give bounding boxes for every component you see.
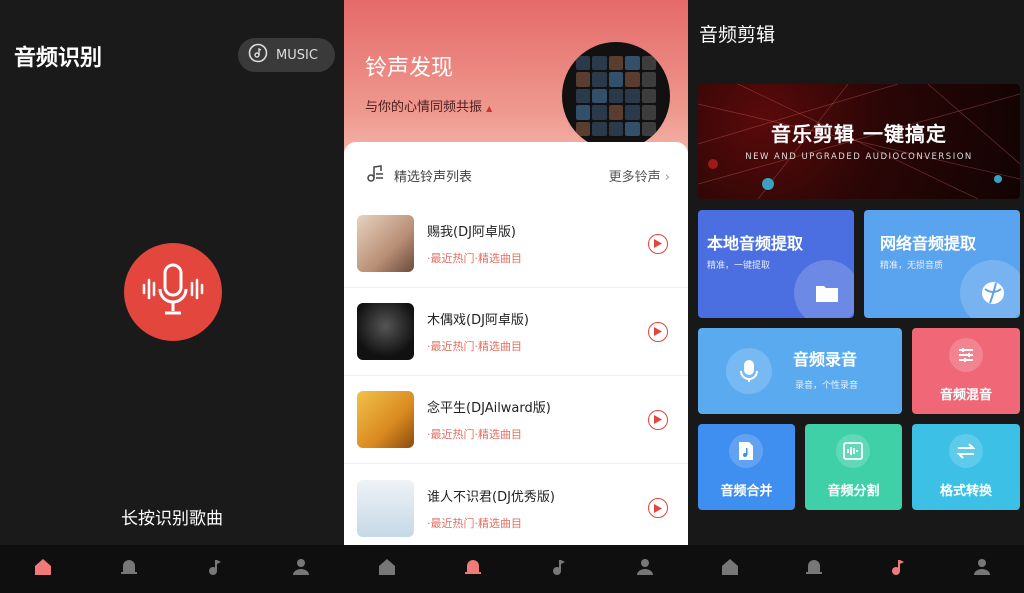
bottom-tab-bar <box>688 545 1024 593</box>
tab-home[interactable] <box>375 557 399 581</box>
song-title: 赐我(DJ阿卓版) <box>427 225 516 240</box>
home-icon <box>720 557 740 581</box>
audio-mix-tile[interactable]: 音频混音 <box>912 328 1020 414</box>
music-note-icon <box>549 557 569 581</box>
music-button-label: MUSIC <box>276 47 318 63</box>
page-title: 音频识别 <box>14 46 103 71</box>
play-icon[interactable] <box>648 409 668 430</box>
song-cover <box>357 303 414 360</box>
tab-ringtone[interactable] <box>117 557 141 581</box>
tile-title: 网络音频提取 <box>880 234 977 253</box>
audio-recognition-screen: 音频识别 MUSIC 长按识别歌曲 <box>0 0 344 593</box>
play-icon[interactable] <box>648 498 668 518</box>
audio-record-tile[interactable]: 音频录音 录音，个性录音 <box>698 328 902 414</box>
tab-edit[interactable] <box>886 557 910 581</box>
play-icon[interactable] <box>648 321 668 342</box>
tile-title: 格式转换 <box>939 484 992 499</box>
tab-home[interactable] <box>31 557 55 581</box>
tab-edit[interactable] <box>547 557 571 581</box>
home-icon <box>33 557 53 581</box>
page-subtitle: 与你的心情同频共振 ▲ <box>365 100 493 115</box>
list-item[interactable]: 赐我(DJ阿卓版) ·最近热门·精选曲目 <box>344 200 688 288</box>
banner-subtitle: NEW AND UPGRADED AUDIOCONVERSION <box>745 152 973 162</box>
bell-icon <box>804 557 824 581</box>
network-audio-extract-tile[interactable]: 网络音频提取 精准，无损音质 <box>864 210 1020 318</box>
song-cover <box>357 215 414 272</box>
list-title: 精选铃声列表 <box>394 169 473 185</box>
song-tag: ·最近热门·精选曲目 <box>427 428 522 441</box>
triangle-icon: ▲ <box>486 104 493 113</box>
folder-icon <box>794 260 854 318</box>
page-title: 铃声发现 <box>365 56 454 81</box>
bell-icon <box>463 557 483 581</box>
music-note-icon <box>888 557 908 581</box>
tab-edit[interactable] <box>203 557 227 581</box>
tab-profile[interactable] <box>289 557 313 581</box>
tile-subtitle: 精准，无损音质 <box>880 261 944 271</box>
banner-title: 音乐剪辑 一键搞定 <box>771 122 947 146</box>
tab-ringtone[interactable] <box>802 557 826 581</box>
more-ringtones-link[interactable]: 更多铃声 › <box>609 166 670 185</box>
tile-title: 本地音频提取 <box>707 234 804 253</box>
tile-title: 音频录音 <box>793 350 858 369</box>
list-item[interactable]: 念平生(DJAilward版) ·最近热门·精选曲目 <box>344 376 688 464</box>
user-icon <box>291 557 311 581</box>
play-icon[interactable] <box>648 233 668 254</box>
long-press-hint: 长按识别歌曲 <box>121 509 223 529</box>
tab-profile[interactable] <box>633 557 657 581</box>
tile-title: 音频合并 <box>720 484 773 499</box>
record-mic-button[interactable] <box>124 243 222 341</box>
tab-home[interactable] <box>718 557 742 581</box>
song-cover <box>357 391 414 448</box>
music-note-icon <box>205 557 225 581</box>
list-item[interactable]: 木偶戏(DJ阿卓版) ·最近热门·精选曲目 <box>344 288 688 376</box>
music-disc-icon <box>248 43 268 67</box>
audio-split-tile[interactable]: 音频分割 <box>805 424 902 510</box>
list-item[interactable]: 谁人不识君(DJ优秀版) ·最近热门·精选曲目 <box>344 464 688 552</box>
audio-merge-tile[interactable]: 音频合并 <box>698 424 795 510</box>
convert-icon <box>949 434 983 468</box>
song-tag: ·最近热门·精选曲目 <box>427 252 522 265</box>
list-header: 精选铃声列表 更多铃声 › <box>344 152 688 198</box>
globe-icon <box>960 260 1020 318</box>
user-icon <box>635 557 655 581</box>
bell-icon <box>119 557 139 581</box>
music-list-icon <box>366 164 384 186</box>
user-icon <box>972 557 992 581</box>
promo-banner[interactable]: 音乐剪辑 一键搞定 NEW AND UPGRADED AUDIOCONVERSI… <box>698 84 1020 199</box>
tile-title: 音频分割 <box>827 484 880 499</box>
music-button[interactable]: MUSIC <box>238 38 335 72</box>
song-title: 木偶戏(DJ阿卓版) <box>427 313 529 328</box>
home-icon <box>377 557 397 581</box>
song-title: 念平生(DJAilward版) <box>427 401 551 416</box>
song-title: 谁人不识君(DJ优秀版) <box>427 489 555 505</box>
format-convert-tile[interactable]: 格式转换 <box>912 424 1020 510</box>
audio-editing-screen: 音频剪辑 音乐剪辑 一键搞定 NEW AND UPGRADED AUDIOCON… <box>688 0 1024 593</box>
chevron-right-icon: › <box>664 169 670 185</box>
tile-subtitle: 录音，个性录音 <box>795 381 859 391</box>
mix-icon <box>949 338 983 372</box>
song-tag: ·最近热门·精选曲目 <box>427 516 522 530</box>
song-cover <box>357 479 414 537</box>
waveform-icon <box>836 434 870 468</box>
song-tag: ·最近热门·精选曲目 <box>427 340 522 353</box>
tab-ringtone[interactable] <box>461 557 485 581</box>
bottom-tab-bar <box>344 545 688 593</box>
tile-subtitle: 精准，一键提取 <box>707 261 771 271</box>
mic-icon <box>726 348 772 394</box>
bottom-tab-bar <box>0 545 344 593</box>
microphone-icon <box>140 261 206 323</box>
page-title: 音频剪辑 <box>699 24 776 46</box>
tab-profile[interactable] <box>970 557 994 581</box>
tile-title: 音频混音 <box>939 388 992 403</box>
local-audio-extract-tile[interactable]: 本地音频提取 精准，一键提取 <box>698 210 854 318</box>
album-collage-disc[interactable] <box>562 42 670 150</box>
ringtone-discovery-screen: 铃声发现 与你的心情同频共振 ▲ 精选铃声列表 更多铃声 › 赐我(DJ阿卓版)… <box>344 0 688 593</box>
file-audio-icon <box>729 434 763 468</box>
